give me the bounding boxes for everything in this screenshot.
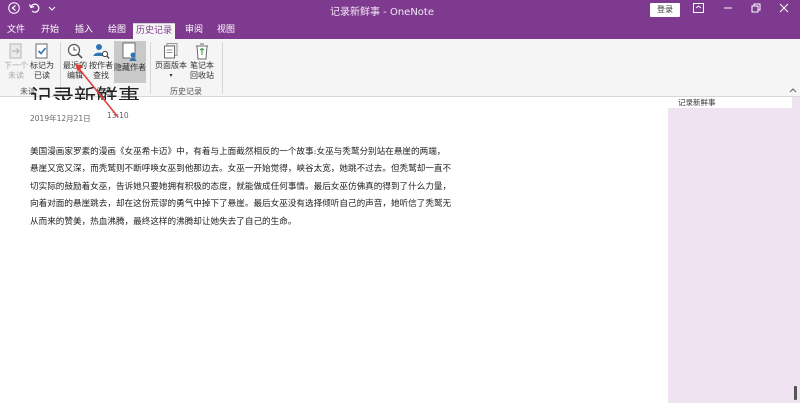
notebook-recycle-bin-button[interactable]: 笔记本 回收站	[188, 42, 216, 81]
mark-as-read-icon	[35, 43, 48, 59]
recycle-bin-label-2: 回收站	[190, 71, 214, 80]
mark-as-read-label-1: 标记为	[30, 61, 54, 70]
page-versions-label: 页面版本	[155, 61, 187, 70]
next-unread-label-1: 下一个	[4, 61, 28, 70]
note-line: 向着对面的悬崖跳去，却在这份荒谬的勇气中掉下了悬崖。最后女巫没有选择倾听自己的声…	[30, 199, 452, 210]
hide-authors-icon	[122, 42, 137, 61]
note-line: 从而来的赞美，热血沸腾，最终这样的沸腾却让她失去了自己的生命。	[30, 216, 297, 227]
tab-history[interactable]: 历史记录	[133, 23, 175, 39]
next-unread-button[interactable]: 下一个 未读	[4, 42, 28, 81]
tab-draw[interactable]: 绘图	[103, 23, 131, 39]
ribbon-display-options-icon[interactable]	[690, 2, 706, 18]
note-line: 悬崖又宽又深，而秃鹫则不断呼唤女巫到他那边去。女巫一开始觉得，峡谷太宽，她跳不过…	[30, 164, 452, 175]
minimize-icon[interactable]	[720, 2, 736, 18]
history-group-label: 历史记录	[170, 87, 202, 96]
tab-file[interactable]: 文件	[4, 23, 28, 39]
window-title: 记录新鲜事 - OneNote	[330, 7, 434, 18]
restore-icon[interactable]	[748, 2, 764, 18]
ribbon-separator	[150, 42, 151, 94]
close-icon[interactable]	[776, 2, 792, 18]
red-arrow-annotation	[75, 64, 119, 118]
find-by-author-icon	[93, 44, 110, 59]
scrollbar-thumb[interactable]	[794, 386, 797, 400]
next-unread-label-2: 未读	[8, 71, 24, 80]
tab-review[interactable]: 审阅	[180, 23, 208, 39]
mark-as-read-button[interactable]: 标记为 已读	[28, 42, 56, 81]
note-line: 切实际的鼓励着女巫，告诉她只要她拥有积极的态度，就能做成任何事情。最后女巫仿佛真…	[30, 181, 452, 192]
note-line: 美国漫画家罗素的漫画《女巫希卡迈》中，有着与上面截然相反的一个故事:女巫与秃鹫分…	[30, 147, 446, 157]
recycle-bin-icon	[196, 43, 208, 60]
note-body[interactable]: 美国漫画家罗素的漫画《女巫希卡迈》中，有着与上面截然相反的一个故事:女巫与秃鹫分…	[30, 144, 470, 231]
page-versions-icon	[164, 43, 178, 59]
page-list-item[interactable]: 记录新鲜事	[668, 97, 792, 108]
tab-view[interactable]: 视图	[212, 23, 240, 39]
mark-as-read-label-2: 已读	[34, 71, 50, 80]
login-button[interactable]: 登录	[650, 3, 680, 17]
recycle-bin-label-1: 笔记本	[190, 61, 214, 70]
tab-home[interactable]: 开始	[36, 23, 64, 39]
undo-icon[interactable]	[26, 2, 42, 18]
page-list-pane	[668, 97, 800, 403]
collapse-ribbon-icon[interactable]	[789, 86, 797, 95]
tab-insert[interactable]: 插入	[70, 23, 98, 39]
next-unread-icon	[9, 43, 22, 59]
page-versions-button[interactable]: 页面版本 ▾	[154, 42, 188, 81]
ribbon-separator	[222, 42, 223, 94]
page-versions-dropdown-icon[interactable]: ▾	[154, 71, 188, 81]
ribbon-tab-row: 文件 开始 插入 绘图 历史记录 审阅 视图	[0, 20, 800, 39]
recent-edits-icon	[67, 43, 83, 59]
title-bar: 记录新鲜事 - OneNote 登录	[0, 0, 800, 20]
back-icon[interactable]	[6, 2, 22, 18]
quick-access-dropdown-icon[interactable]	[44, 2, 60, 18]
